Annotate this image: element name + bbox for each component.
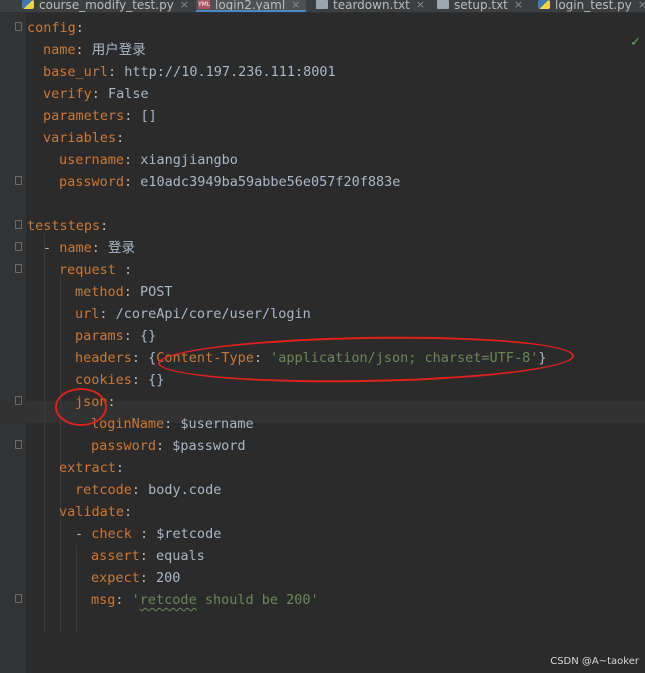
tab-label: login2.yaml: [215, 0, 286, 12]
code-line: password: e10adc3949ba59abbe56e057f20f88…: [59, 174, 401, 190]
code-line: validate:: [59, 504, 133, 520]
fold-marker[interactable]: [15, 264, 22, 273]
close-icon[interactable]: ×: [514, 0, 523, 10]
code-line: verify: False: [43, 86, 149, 102]
code-editor[interactable]: ✓ config: name: 用户登录 base_url: http://10…: [0, 13, 645, 673]
fold-marker[interactable]: [15, 176, 22, 185]
fold-marker[interactable]: [15, 242, 22, 251]
code-line: username: xiangjiangbo: [59, 152, 238, 168]
code-line: base_url: http://10.197.236.111:8001: [43, 64, 336, 80]
code-line: retcode: body.code: [75, 482, 222, 498]
fold-marker[interactable]: [15, 440, 22, 449]
fold-marker[interactable]: [15, 396, 22, 405]
code-line: params: {}: [75, 328, 157, 344]
code-line: config:: [27, 20, 84, 36]
fold-marker[interactable]: [15, 220, 22, 229]
text-file-icon: [316, 0, 328, 9]
no-problems-check-icon[interactable]: ✓: [630, 35, 641, 50]
indent-guide: [60, 277, 61, 633]
fold-marker[interactable]: [15, 594, 22, 603]
close-icon[interactable]: ×: [180, 0, 189, 10]
tab-label: login_test.py: [555, 0, 632, 12]
close-icon[interactable]: ×: [638, 0, 645, 10]
editor-tab-bar: course_modify_test.py × YML login2.yaml …: [0, 0, 645, 13]
indent-guide: [76, 545, 77, 633]
fold-marker[interactable]: [15, 22, 22, 31]
code-line: loginName: $username: [91, 416, 254, 432]
code-line: assert: equals: [91, 548, 205, 564]
tab-teardown[interactable]: teardown.txt ×: [316, 0, 425, 12]
yaml-file-icon: YML: [198, 0, 211, 9]
annotation-ellipse-json: [55, 388, 107, 426]
tab-course-modify-test[interactable]: course_modify_test.py ×: [22, 0, 189, 12]
code-line: request :: [59, 262, 133, 278]
code-line: url: /coreApi/core/user/login: [75, 306, 311, 322]
annotation-ellipse-headers: [157, 333, 575, 386]
watermark: CSDN @A~taoker: [550, 656, 639, 667]
tab-setup[interactable]: setup.txt ×: [437, 0, 523, 12]
code-line: cookies: {}: [75, 372, 165, 388]
code-line: extract:: [59, 460, 125, 476]
code-line: msg: 'retcode should be 200': [91, 592, 319, 608]
tab-login2-yaml[interactable]: YML login2.yaml ×: [196, 0, 307, 12]
text-file-icon: [437, 0, 449, 9]
indent-guide: [44, 233, 45, 633]
tab-label: course_modify_test.py: [39, 0, 174, 12]
editor-gutter: [0, 13, 26, 673]
spelling-warning[interactable]: retcode: [140, 592, 197, 608]
python-file-icon: [538, 0, 550, 9]
code-line: - name: 登录: [43, 240, 136, 256]
code-line: parameters: []: [43, 108, 157, 124]
tab-login-test[interactable]: login_test.py ×: [538, 0, 645, 12]
tab-label: setup.txt: [454, 0, 508, 12]
code-line: name: 用户登录: [43, 42, 146, 58]
code-line: expect: 200: [91, 570, 181, 586]
tab-label: teardown.txt: [333, 0, 410, 12]
code-line: - check : $retcode: [75, 526, 222, 542]
code-line: password: $password: [91, 438, 246, 454]
code-line: variables:: [43, 130, 125, 146]
python-file-icon: [22, 0, 34, 9]
code-line: teststeps:: [27, 218, 109, 234]
close-icon[interactable]: ×: [291, 0, 300, 10]
close-icon[interactable]: ×: [416, 0, 425, 10]
code-line: method: POST: [75, 284, 173, 300]
